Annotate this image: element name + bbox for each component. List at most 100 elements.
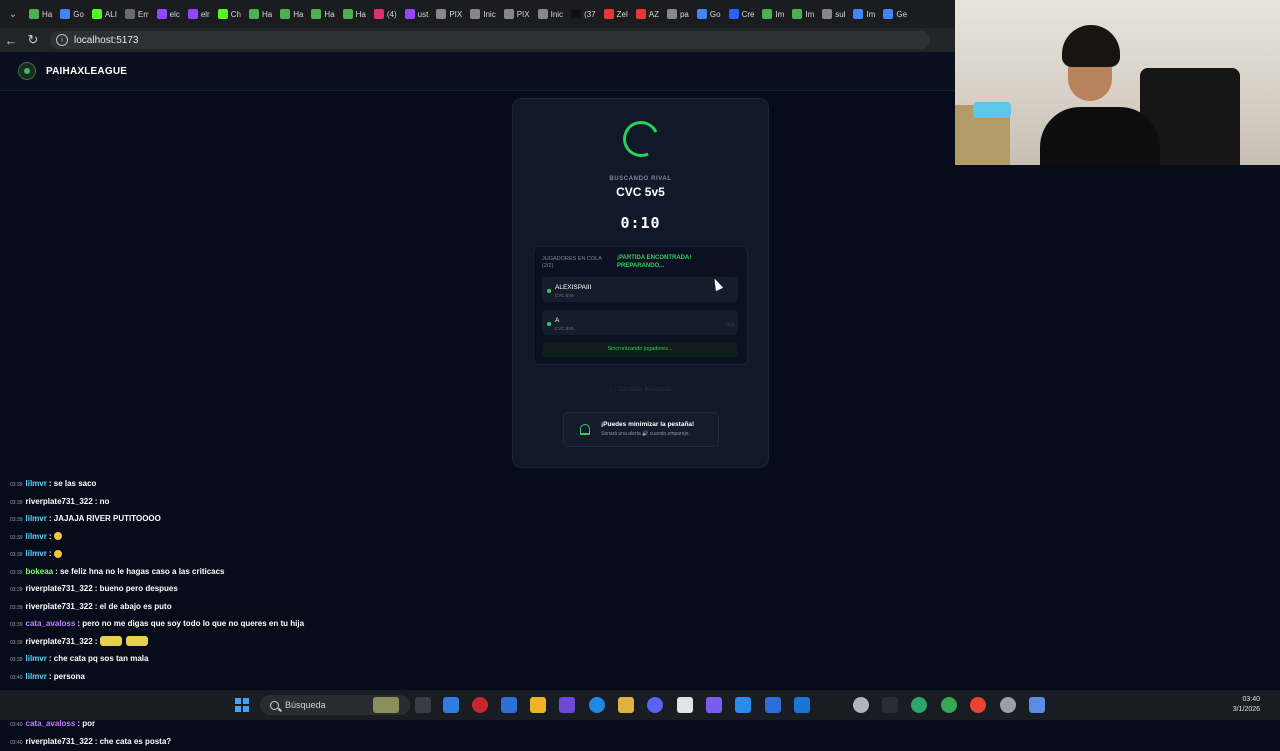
chat-message: 03:39bokeaa: se feliz hna no le hagas ca…: [10, 564, 340, 582]
copilot-icon[interactable]: [443, 697, 459, 713]
browser-tab[interactable]: Go: [694, 3, 724, 25]
windows-start-icon[interactable]: [235, 698, 249, 712]
browser-tab[interactable]: Zel: [601, 3, 631, 25]
browser-tab[interactable]: Go: [57, 3, 87, 25]
tab-label: Im: [775, 10, 784, 19]
chat-username[interactable]: lilmvr: [26, 479, 47, 488]
system-clock[interactable]: 03:40 3/1/2026: [1233, 695, 1260, 715]
tab-label: Ha: [324, 10, 334, 19]
store-icon[interactable]: [501, 697, 517, 713]
ccleaner-icon[interactable]: [677, 697, 693, 713]
obs-icon[interactable]: [1000, 697, 1016, 713]
browser-tab[interactable]: (37: [568, 3, 599, 25]
draw-app-icon[interactable]: [735, 697, 751, 713]
opera-icon[interactable]: [472, 697, 488, 713]
settings-icon[interactable]: [853, 697, 869, 713]
pen-app-icon[interactable]: [559, 697, 575, 713]
back-arrow-icon[interactable]: ←: [0, 29, 22, 51]
browser-tab[interactable]: Ha: [26, 3, 55, 25]
browser-tab[interactable]: Ge: [880, 3, 910, 25]
browser-tab[interactable]: Inic: [467, 3, 498, 25]
chat-username[interactable]: riverplate731_322: [26, 737, 93, 746]
chat-username[interactable]: lilmvr: [26, 532, 47, 541]
browser-tab[interactable]: Im: [850, 3, 878, 25]
player-name: A: [555, 317, 559, 324]
tab-label: Zel: [617, 10, 628, 19]
chat-text: : el de abajo es puto: [95, 602, 172, 611]
chat-username[interactable]: lilmvr: [26, 514, 47, 523]
tab-favicon-icon: [470, 9, 480, 19]
browser-tab[interactable]: Ch: [215, 3, 244, 25]
browser-tab[interactable]: elr: [185, 3, 213, 25]
app-grid-icon[interactable]: [706, 697, 722, 713]
tab-label: Go: [710, 10, 721, 19]
chat-username[interactable]: lilmvr: [26, 672, 47, 681]
browser-tab[interactable]: (4): [371, 3, 400, 25]
notice-subtitle: Sonará una alerta 🔊 cuando empareje.: [601, 431, 690, 437]
webcam-streamer-hair: [1062, 25, 1120, 67]
tab-label: ALI: [105, 10, 117, 19]
chat-username[interactable]: riverplate731_322: [26, 584, 93, 593]
edge-icon[interactable]: [589, 697, 605, 713]
calculator-icon[interactable]: [1029, 697, 1045, 713]
browser-tab[interactable]: pa: [664, 3, 692, 25]
tab-label: Cre: [742, 10, 755, 19]
chat-timestamp: 03:40: [10, 722, 23, 728]
chat-username[interactable]: riverplate731_322: [26, 497, 93, 506]
tab-favicon-icon: [157, 9, 167, 19]
browser-tab[interactable]: Ha: [246, 3, 275, 25]
chat-username[interactable]: cata_avaloss: [26, 619, 76, 628]
browser-tab[interactable]: Ha: [277, 3, 306, 25]
widgets-icon[interactable]: [373, 697, 399, 713]
browser-tab[interactable]: Im: [789, 3, 817, 25]
browser-tab[interactable]: Im: [759, 3, 787, 25]
chat-username[interactable]: riverplate731_322: [26, 637, 93, 646]
chat-message: 03:39riverplate731_322: bueno pero despu…: [10, 581, 340, 599]
tab-label: Ha: [262, 10, 272, 19]
chat-username[interactable]: lilmvr: [26, 654, 47, 663]
browser-tab[interactable]: sul: [819, 3, 848, 25]
chrome-icon[interactable]: [941, 697, 957, 713]
browser-tab[interactable]: Ha: [340, 3, 369, 25]
chrome-profile-icon[interactable]: [970, 697, 986, 713]
globe-icon[interactable]: [911, 697, 927, 713]
chat-timestamp: 03:39: [10, 552, 23, 558]
chat-message: 03:39riverplate731_322:: [10, 634, 340, 652]
browser-tab[interactable]: PIX: [501, 3, 533, 25]
outlook-icon[interactable]: [794, 697, 810, 713]
browser-tab[interactable]: ALI: [89, 3, 120, 25]
brand-name[interactable]: PAIHAXLEAGUE: [46, 66, 127, 77]
browser-tab[interactable]: elc: [154, 3, 183, 25]
tab-list-dropdown-icon[interactable]: ⌄: [0, 0, 26, 28]
file-explorer-icon[interactable]: [530, 697, 546, 713]
site-info-icon[interactable]: i: [56, 34, 68, 46]
chat-username[interactable]: lilmvr: [26, 549, 47, 558]
browser-tab[interactable]: AZ: [633, 3, 662, 25]
terminal-icon[interactable]: [882, 697, 898, 713]
chat-message: 03:39lilmvr: se las saco: [10, 476, 340, 494]
tab-label: Err: [138, 10, 149, 19]
vpn-icon[interactable]: [618, 697, 634, 713]
tab-label: Ha: [293, 10, 303, 19]
notes-icon[interactable]: [765, 697, 781, 713]
browser-tab[interactable]: ust: [402, 3, 432, 25]
chat-timestamp: 03:40: [10, 675, 23, 681]
browser-tab[interactable]: Cre: [726, 3, 758, 25]
url-field[interactable]: i localhost:5173: [50, 31, 930, 49]
discord-icon[interactable]: [647, 697, 663, 713]
league-logo-icon[interactable]: [18, 62, 36, 80]
browser-tab[interactable]: Err: [122, 3, 152, 25]
chat-username[interactable]: bokeaa: [26, 567, 54, 576]
chat-username[interactable]: cata_avaloss: [26, 719, 76, 728]
chat-text: : se feliz hna no le hagas caso a las cr…: [55, 567, 224, 576]
chat-username[interactable]: riverplate731_322: [26, 602, 93, 611]
cancel-search-button[interactable]: [→ Cancelar Búsqueda: [513, 387, 768, 393]
browser-tab[interactable]: Inic: [535, 3, 566, 25]
tab-label: Im: [866, 10, 875, 19]
player-tag: (Tú): [726, 322, 734, 327]
browser-tab[interactable]: PIX: [433, 3, 465, 25]
browser-tab[interactable]: Ha: [308, 3, 337, 25]
reload-icon[interactable]: ↻: [22, 29, 44, 51]
tab-favicon-icon: [822, 9, 832, 19]
task-view-icon[interactable]: [415, 697, 431, 713]
